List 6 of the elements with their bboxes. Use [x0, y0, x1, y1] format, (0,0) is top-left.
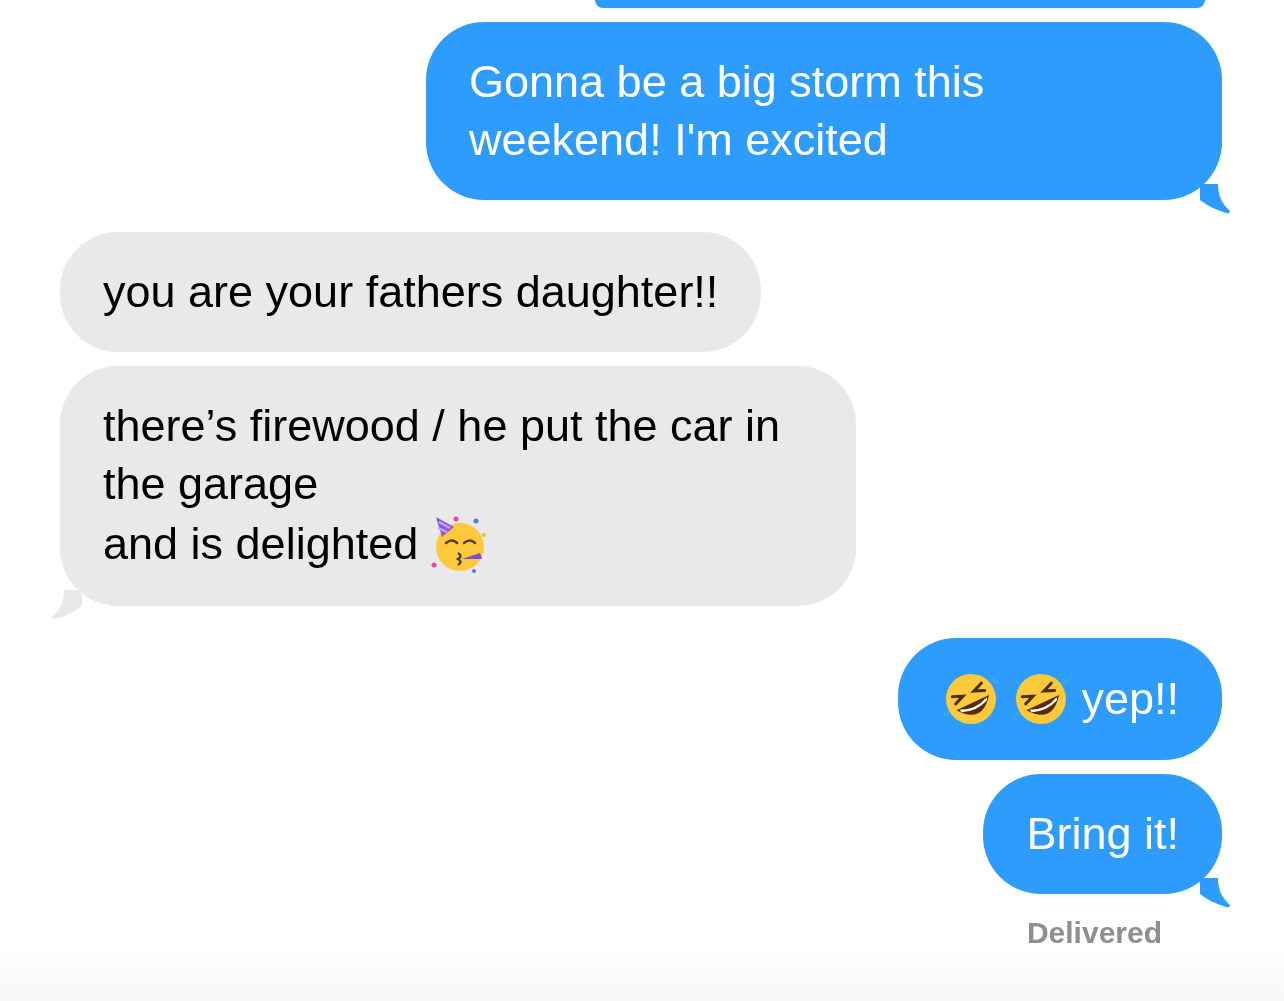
delivery-status: Delivered	[1026, 916, 1162, 950]
message-text: Gonna be a big storm this weekend! I'm excited	[469, 55, 986, 167]
message-text: and is delighted	[103, 517, 419, 571]
message-text: yep!!	[1081, 672, 1179, 726]
message-text: Bring it!	[1026, 807, 1179, 861]
message-text: you are your fathers daughter!!	[103, 265, 719, 319]
